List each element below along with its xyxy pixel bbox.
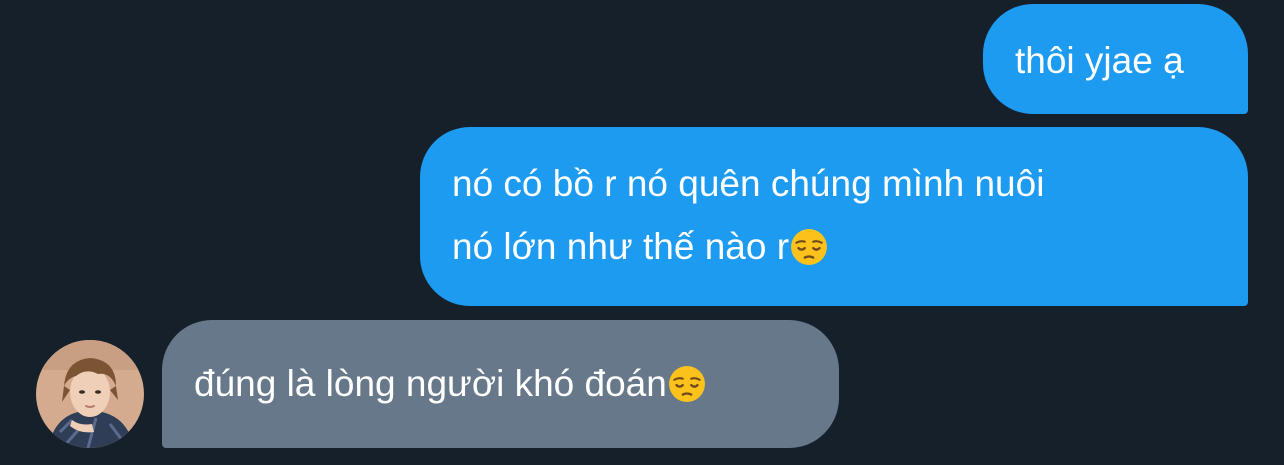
sent-message-bubble[interactable]: thôi yjae ạ: [983, 4, 1248, 114]
message-text: nó lớn như thế nào r: [452, 226, 790, 267]
message-text: đúng là lòng người khó đoán: [194, 363, 667, 404]
message-text: thôi yjae ạ: [1015, 40, 1184, 81]
user-avatar-image: [36, 340, 144, 448]
message-text-line: nó lớn như thế nào r: [452, 215, 1248, 278]
pensive-face-icon: [668, 366, 705, 402]
received-message-bubble[interactable]: đúng là lòng người khó đoán: [162, 320, 839, 448]
pensive-face-icon: [791, 229, 827, 265]
sent-message-bubble[interactable]: nó có bồ r nó quên chúng mình nuôi nó lớ…: [420, 127, 1248, 306]
avatar[interactable]: [36, 340, 144, 448]
message-text: nó có bồ r nó quên chúng mình nuôi: [452, 163, 1045, 204]
message-text-line: đúng là lòng người khó đoán: [194, 352, 839, 415]
